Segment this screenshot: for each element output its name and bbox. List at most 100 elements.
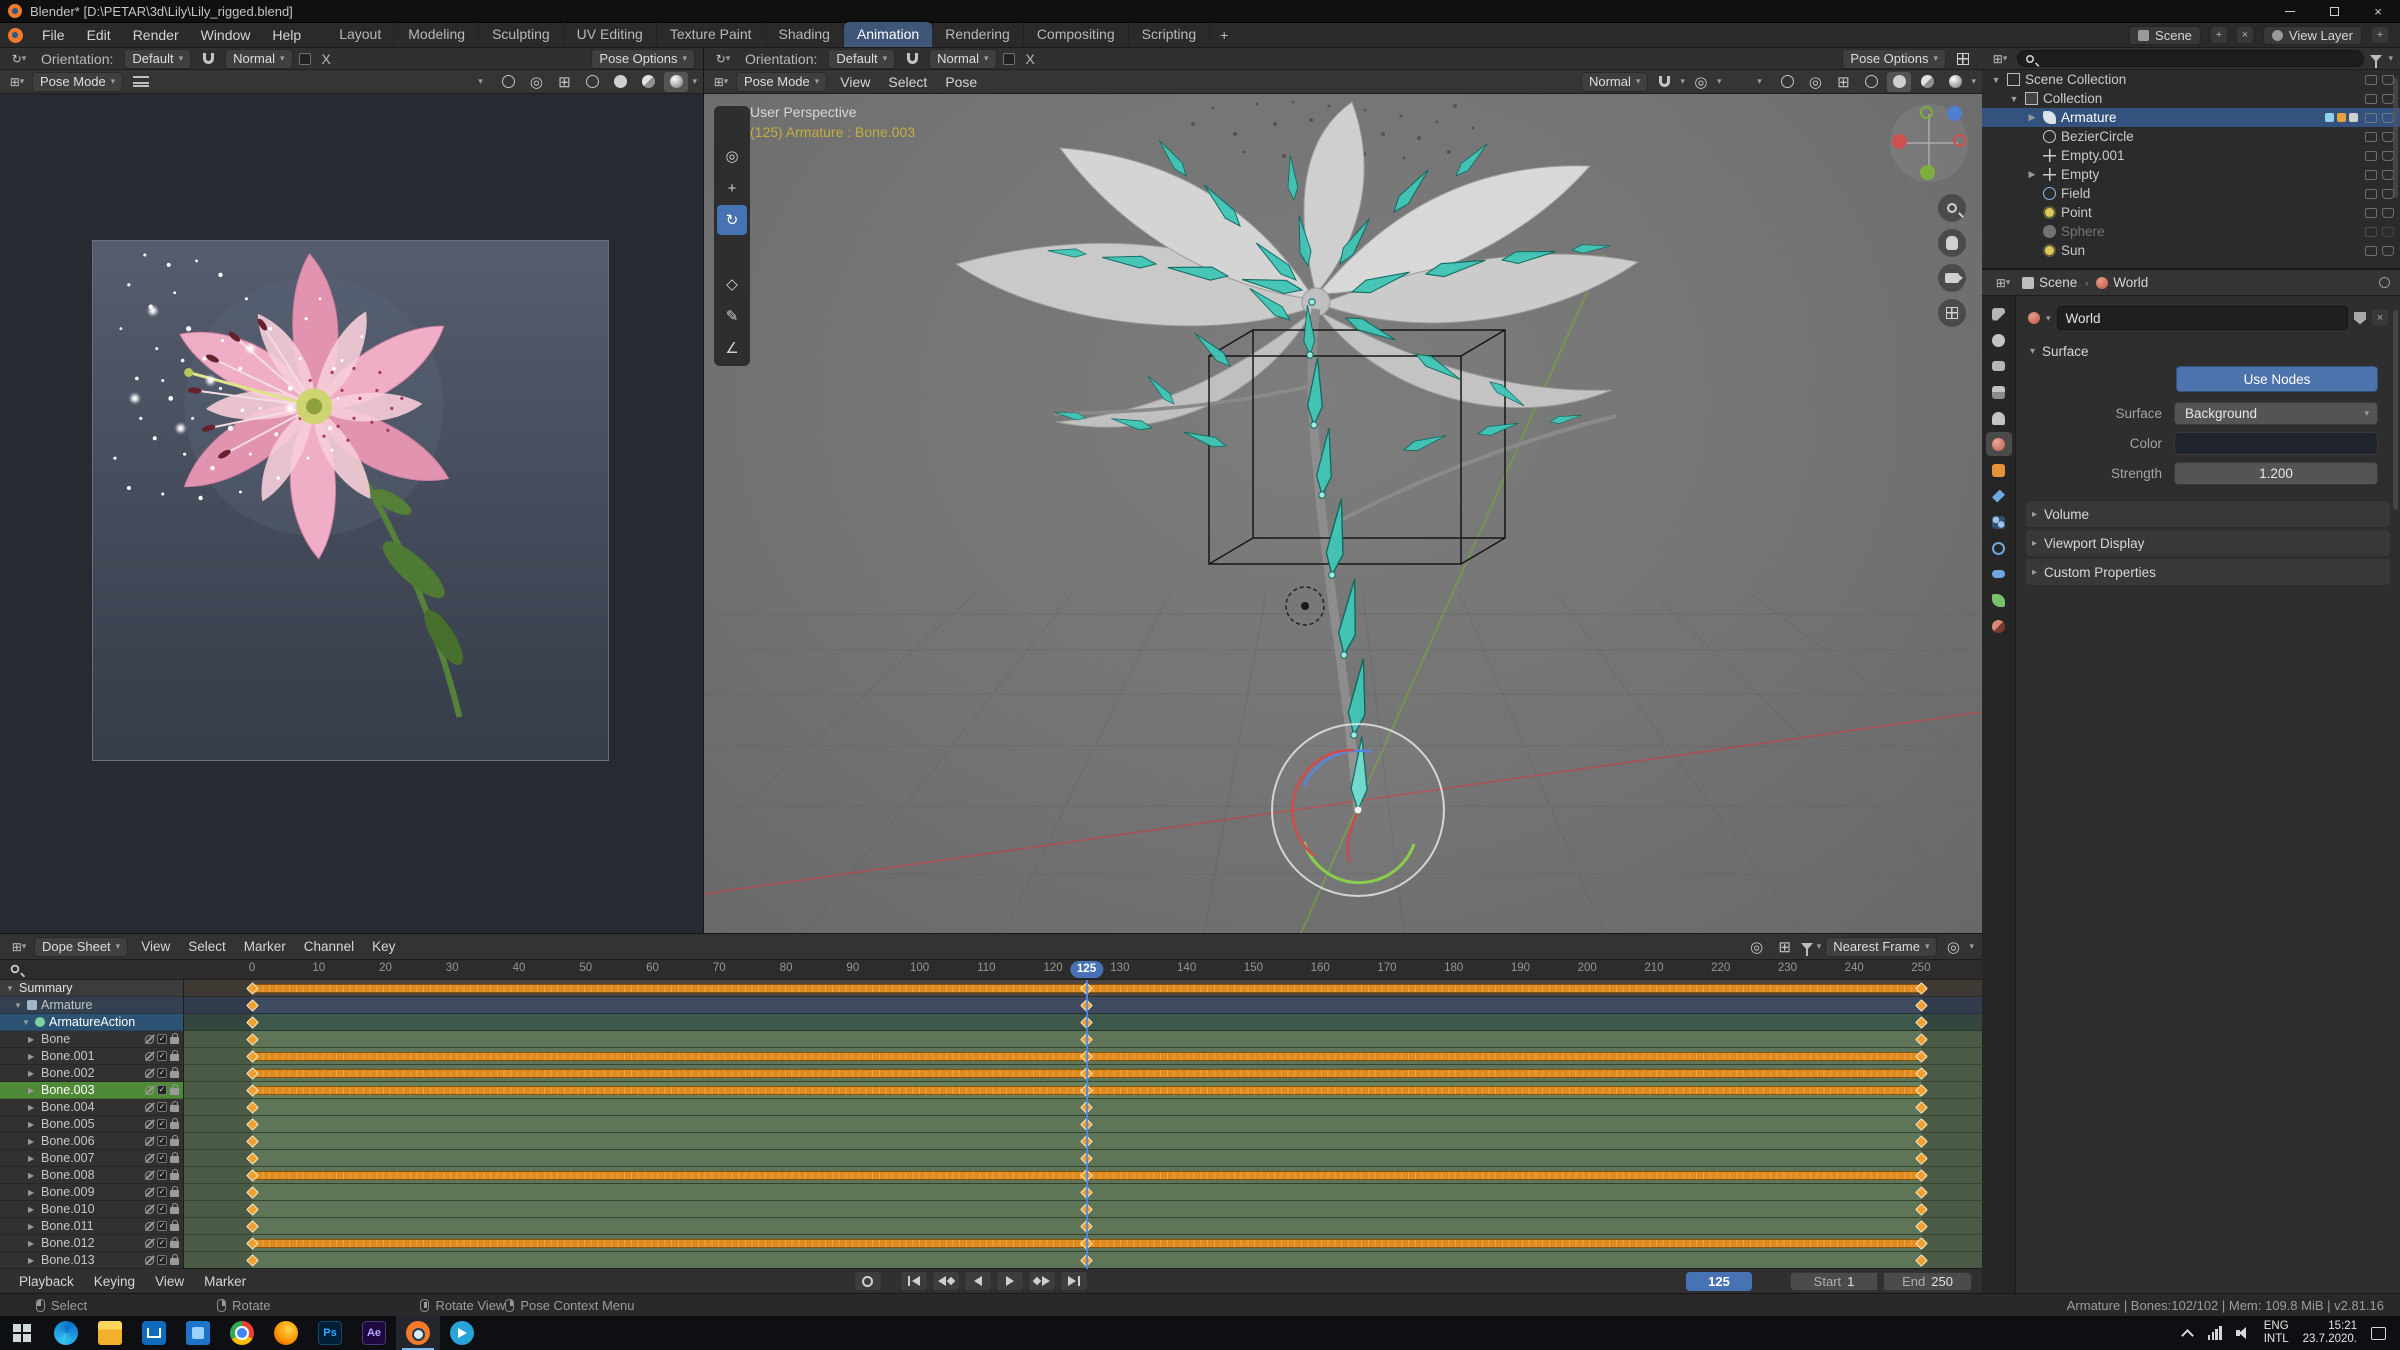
outliner-row[interactable]: BezierCircle xyxy=(1982,127,2400,146)
editor-type-button[interactable]: ⊞ ▾ xyxy=(710,72,732,92)
channel-lock-icon[interactable] xyxy=(170,1050,179,1061)
channel-lock-icon[interactable] xyxy=(170,1101,179,1112)
channel-expand-icon[interactable]: ▶ xyxy=(28,1035,37,1044)
x-axis-ball[interactable] xyxy=(1892,134,1907,149)
shading-rendered-button[interactable] xyxy=(1943,72,1967,92)
breadcrumb-world[interactable]: World xyxy=(2096,275,2148,290)
scene-selector[interactable]: Scene xyxy=(2129,25,2201,45)
channel-expand-icon[interactable]: ▼ xyxy=(22,1018,31,1027)
shading-dropdown-icon[interactable]: ▾ xyxy=(692,76,697,87)
channel-modifier-icon[interactable] xyxy=(145,1221,154,1231)
world-datablock-name[interactable]: World xyxy=(2056,306,2348,330)
language-indicator[interactable]: ENG INTL xyxy=(2264,1320,2289,1346)
taskbar-app-button[interactable] xyxy=(88,1316,132,1350)
channel-modifier-icon[interactable] xyxy=(145,1187,154,1197)
channel-modifier-icon[interactable] xyxy=(145,1204,154,1214)
viewport-menu-item[interactable]: View xyxy=(831,70,879,94)
channel-row[interactable]: ▶ Bone ✓ xyxy=(0,1031,183,1048)
visibility-dropdown[interactable]: ▾ xyxy=(1747,72,1771,92)
channel-lock-icon[interactable] xyxy=(170,1169,179,1180)
taskbar-app-button[interactable] xyxy=(44,1316,88,1350)
editor-type-button[interactable]: ⊞ ▾ xyxy=(1992,273,2014,293)
mode-dropdown[interactable]: Pose Mode ▾ xyxy=(736,71,828,92)
key-lane[interactable] xyxy=(184,1116,1982,1133)
surface-section-header[interactable]: ▾ Surface xyxy=(2024,338,2392,364)
expand-icon[interactable]: ▶ xyxy=(2026,112,2038,123)
taskbar-app-button[interactable] xyxy=(132,1316,176,1350)
tool-button[interactable]: ↻ xyxy=(717,205,747,235)
channel-enable-checkbox[interactable]: ✓ xyxy=(157,1221,167,1231)
channel-enable-checkbox[interactable]: ✓ xyxy=(157,1051,167,1061)
fake-user-shield-icon[interactable] xyxy=(2354,311,2366,325)
properties-tab[interactable] xyxy=(1986,354,2012,378)
key-lane[interactable] xyxy=(184,1133,1982,1150)
properties-tab[interactable] xyxy=(1986,302,2012,326)
collapsed-section-header[interactable]: ▸ Volume xyxy=(2026,501,2390,527)
key-lane[interactable] xyxy=(184,1218,1982,1235)
mirror-x-checkbox[interactable] xyxy=(1002,52,1015,65)
shading-material-button[interactable] xyxy=(1915,72,1939,92)
key-lane[interactable] xyxy=(184,1082,1982,1099)
prev-keyframe-button[interactable] xyxy=(932,1272,959,1290)
channel-modifier-icon[interactable] xyxy=(145,1170,154,1180)
channel-row[interactable]: ▶ Bone.011 ✓ xyxy=(0,1218,183,1235)
maximize-button[interactable] xyxy=(2312,0,2356,22)
add-workspace-button[interactable]: + xyxy=(1210,27,1238,43)
menu-item[interactable]: Help xyxy=(261,23,312,48)
pose-options-dropdown[interactable]: Pose Options ▾ xyxy=(591,48,695,69)
snap-mode-dropdown[interactable]: Nearest Frame ▾ xyxy=(1825,936,1938,957)
taskbar-app-button[interactable]: Ae xyxy=(352,1316,396,1350)
channel-row[interactable]: ▶ Bone.004 ✓ xyxy=(0,1099,183,1116)
start-button[interactable] xyxy=(0,1316,44,1350)
search-icon[interactable] xyxy=(10,964,20,974)
key-lane[interactable] xyxy=(184,1099,1982,1116)
channel-modifier-icon[interactable] xyxy=(145,1255,154,1265)
channel-expand-icon[interactable]: ▶ xyxy=(28,1052,37,1061)
dope-sheet-menu-item[interactable]: Channel xyxy=(295,934,363,960)
active-tool-icon[interactable]: ↻ ▾ xyxy=(712,49,734,69)
main-3d-viewport[interactable]: User Perspective (125) Armature : Bone.0… xyxy=(704,94,1982,933)
expand-icon[interactable]: ▼ xyxy=(1990,75,2002,85)
outliner-row[interactable]: ▼ Scene Collection xyxy=(1982,70,2400,89)
tool-button[interactable]: ✎ xyxy=(717,301,747,331)
key-lane[interactable] xyxy=(184,1252,1982,1269)
taskbar-app-button[interactable] xyxy=(440,1316,484,1350)
workspace-tab[interactable]: Shading xyxy=(766,22,844,47)
expand-icon[interactable]: ▼ xyxy=(2008,94,2020,104)
channel-expand-icon[interactable]: ▶ xyxy=(28,1188,37,1197)
shading-rendered-button[interactable] xyxy=(664,71,689,92)
channel-row[interactable]: ▶ Bone.006 ✓ xyxy=(0,1133,183,1150)
outliner-row[interactable]: Empty.001 xyxy=(1982,146,2400,165)
channel-expand-icon[interactable]: ▶ xyxy=(28,1137,37,1146)
y-axis-negative-ball[interactable] xyxy=(1920,106,1933,119)
channel-expand-icon[interactable]: ▶ xyxy=(28,1103,37,1112)
key-lane[interactable] xyxy=(184,997,1982,1014)
proportional-dropdown-icon[interactable]: ▾ xyxy=(1969,941,1974,952)
channel-row[interactable]: ▶ Bone.002 ✓ xyxy=(0,1065,183,1082)
color-swatch[interactable] xyxy=(2174,431,2378,455)
xray-toggle[interactable]: ⊞ xyxy=(1831,72,1855,92)
unlink-world-button[interactable]: × xyxy=(2372,310,2388,326)
channel-enable-checkbox[interactable]: ✓ xyxy=(157,1119,167,1129)
workspace-tab[interactable]: Compositing xyxy=(1024,22,1129,47)
channel-modifier-icon[interactable] xyxy=(145,1051,154,1061)
properties-tab[interactable] xyxy=(1986,458,2012,482)
channel-row[interactable]: ▶ Bone.001 ✓ xyxy=(0,1048,183,1065)
channel-modifier-icon[interactable] xyxy=(145,1153,154,1163)
playback-menu-item[interactable]: Marker xyxy=(195,1269,255,1294)
proportional-editing-toggle[interactable]: ◎ xyxy=(1941,937,1965,957)
channel-enable-checkbox[interactable]: ✓ xyxy=(157,1153,167,1163)
hide-viewport-toggle[interactable] xyxy=(2365,245,2377,256)
playback-menu-item[interactable]: View xyxy=(146,1269,193,1294)
snap-toggle[interactable] xyxy=(1652,72,1676,92)
hide-viewport-toggle[interactable] xyxy=(2365,150,2377,161)
outliner-row[interactable]: Field xyxy=(1982,184,2400,203)
proportional-dropdown-icon[interactable]: ▾ xyxy=(1717,76,1722,87)
grid-snap-icon[interactable] xyxy=(1952,49,1974,69)
dope-sheet-menu-item[interactable]: Key xyxy=(363,934,404,960)
channel-lock-icon[interactable] xyxy=(170,1220,179,1231)
editor-type-button[interactable]: ⊞ ▾ xyxy=(1989,49,2011,69)
dope-sheet-menu-item[interactable]: Marker xyxy=(235,934,295,960)
filter-dropdown-icon[interactable]: ▾ xyxy=(2388,53,2393,64)
ds-lanes[interactable] xyxy=(184,980,1982,1269)
